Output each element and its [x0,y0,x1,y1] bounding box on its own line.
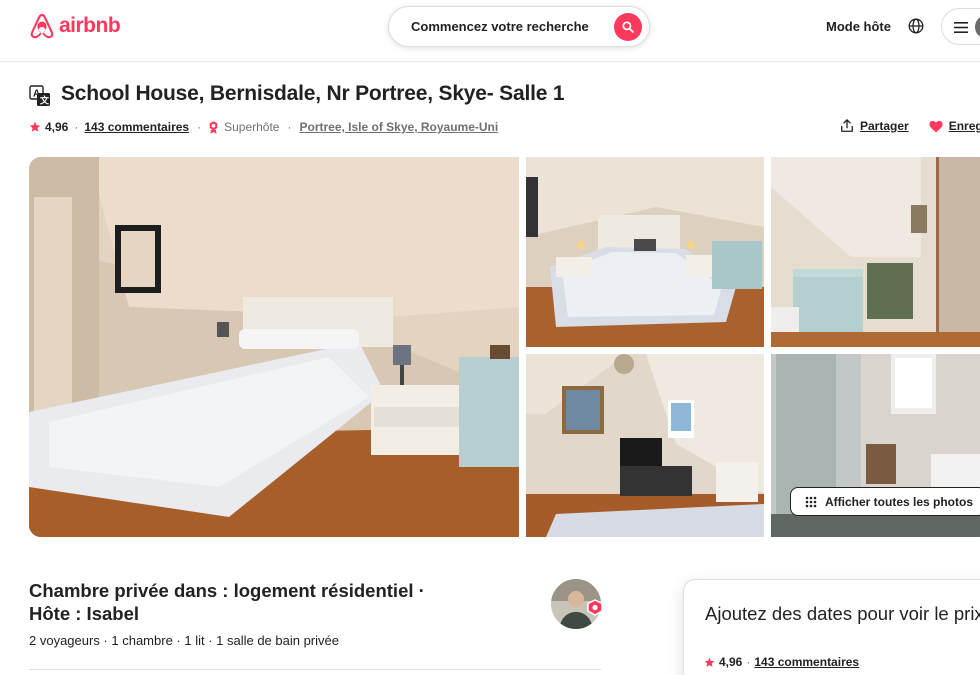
superhost-icon [209,120,218,134]
airbnb-logo-icon [30,13,54,39]
listing-subtitle: Chambre privée dans : logement résidenti… [29,579,459,625]
photo-bedroom-2[interactable] [526,157,764,347]
save-button[interactable]: Enregistrer [929,119,980,133]
logo-text: airbnb [59,14,121,37]
listing-details: 2 voyageurs · 1 chambre · 1 lit · 1 sall… [29,633,339,648]
separator-dot: · [74,120,79,134]
menu-icon [954,22,968,33]
booking-card: Ajoutez des dates pour voir le prix 4,96… [683,579,980,675]
listing-actions: Partager Enregistrer [840,119,980,133]
search-icon [622,21,634,33]
show-all-photos-label: Afficher toutes les photos [825,494,974,509]
reviews-link[interactable]: 143 commentaires [84,120,189,134]
listing-rating: 4,96 [45,120,69,134]
show-all-photos-button[interactable]: Afficher toutes les photos [790,487,980,516]
share-button[interactable]: Partager [840,119,909,133]
top-header: airbnb Commencez votre recherche Mode hô… [0,0,980,62]
save-label: Enregistrer [948,119,980,133]
translate-icon: A 文 [29,85,50,106]
heart-icon [929,120,943,132]
host-mode-link[interactable]: Mode hôte [826,19,891,34]
user-menu-button[interactable] [941,8,980,45]
location-link[interactable]: Portree, Isle of Skye, Royaume-Uni [299,120,498,134]
photo-main-bedroom[interactable] [29,157,519,537]
separator-dot: · [197,120,202,134]
globe-icon[interactable] [908,18,924,34]
photo-bedroom-3[interactable] [771,157,980,347]
search-button[interactable] [614,13,642,41]
subtitle-line-2: Hôte : Isabel [29,603,139,624]
section-divider [29,669,601,670]
share-icon [841,119,853,132]
superhost-label: Superhôte [224,120,280,134]
booking-title: Ajoutez des dates pour voir le prix [705,603,980,624]
svg-text:文: 文 [39,95,50,106]
airbnb-logo[interactable]: airbnb [29,12,121,40]
grid-icon [805,496,817,507]
booking-reviews-link[interactable]: 143 commentaires [754,655,859,669]
photo-bedroom-4[interactable] [526,354,764,537]
user-avatar-icon [975,17,980,37]
star-icon [29,121,41,132]
separator-dot: · [287,120,292,134]
share-label: Partager [860,119,909,133]
superhost-badge-icon [587,599,603,616]
booking-rating: 4,96 · 143 commentaires [704,655,859,669]
separator-dot: · [746,655,751,669]
subtitle-line-1: Chambre privée dans : logement résidenti… [29,580,425,601]
booking-rating-value: 4,96 [719,655,743,669]
search-bar[interactable]: Commencez votre recherche [388,6,650,47]
star-icon [704,657,715,667]
listing-meta: 4,96 · 143 commentaires · Superhôte · Po… [29,120,498,134]
listing-title: School House, Bernisdale, Nr Portree, Sk… [61,82,565,105]
search-placeholder[interactable]: Commencez votre recherche [411,19,589,34]
